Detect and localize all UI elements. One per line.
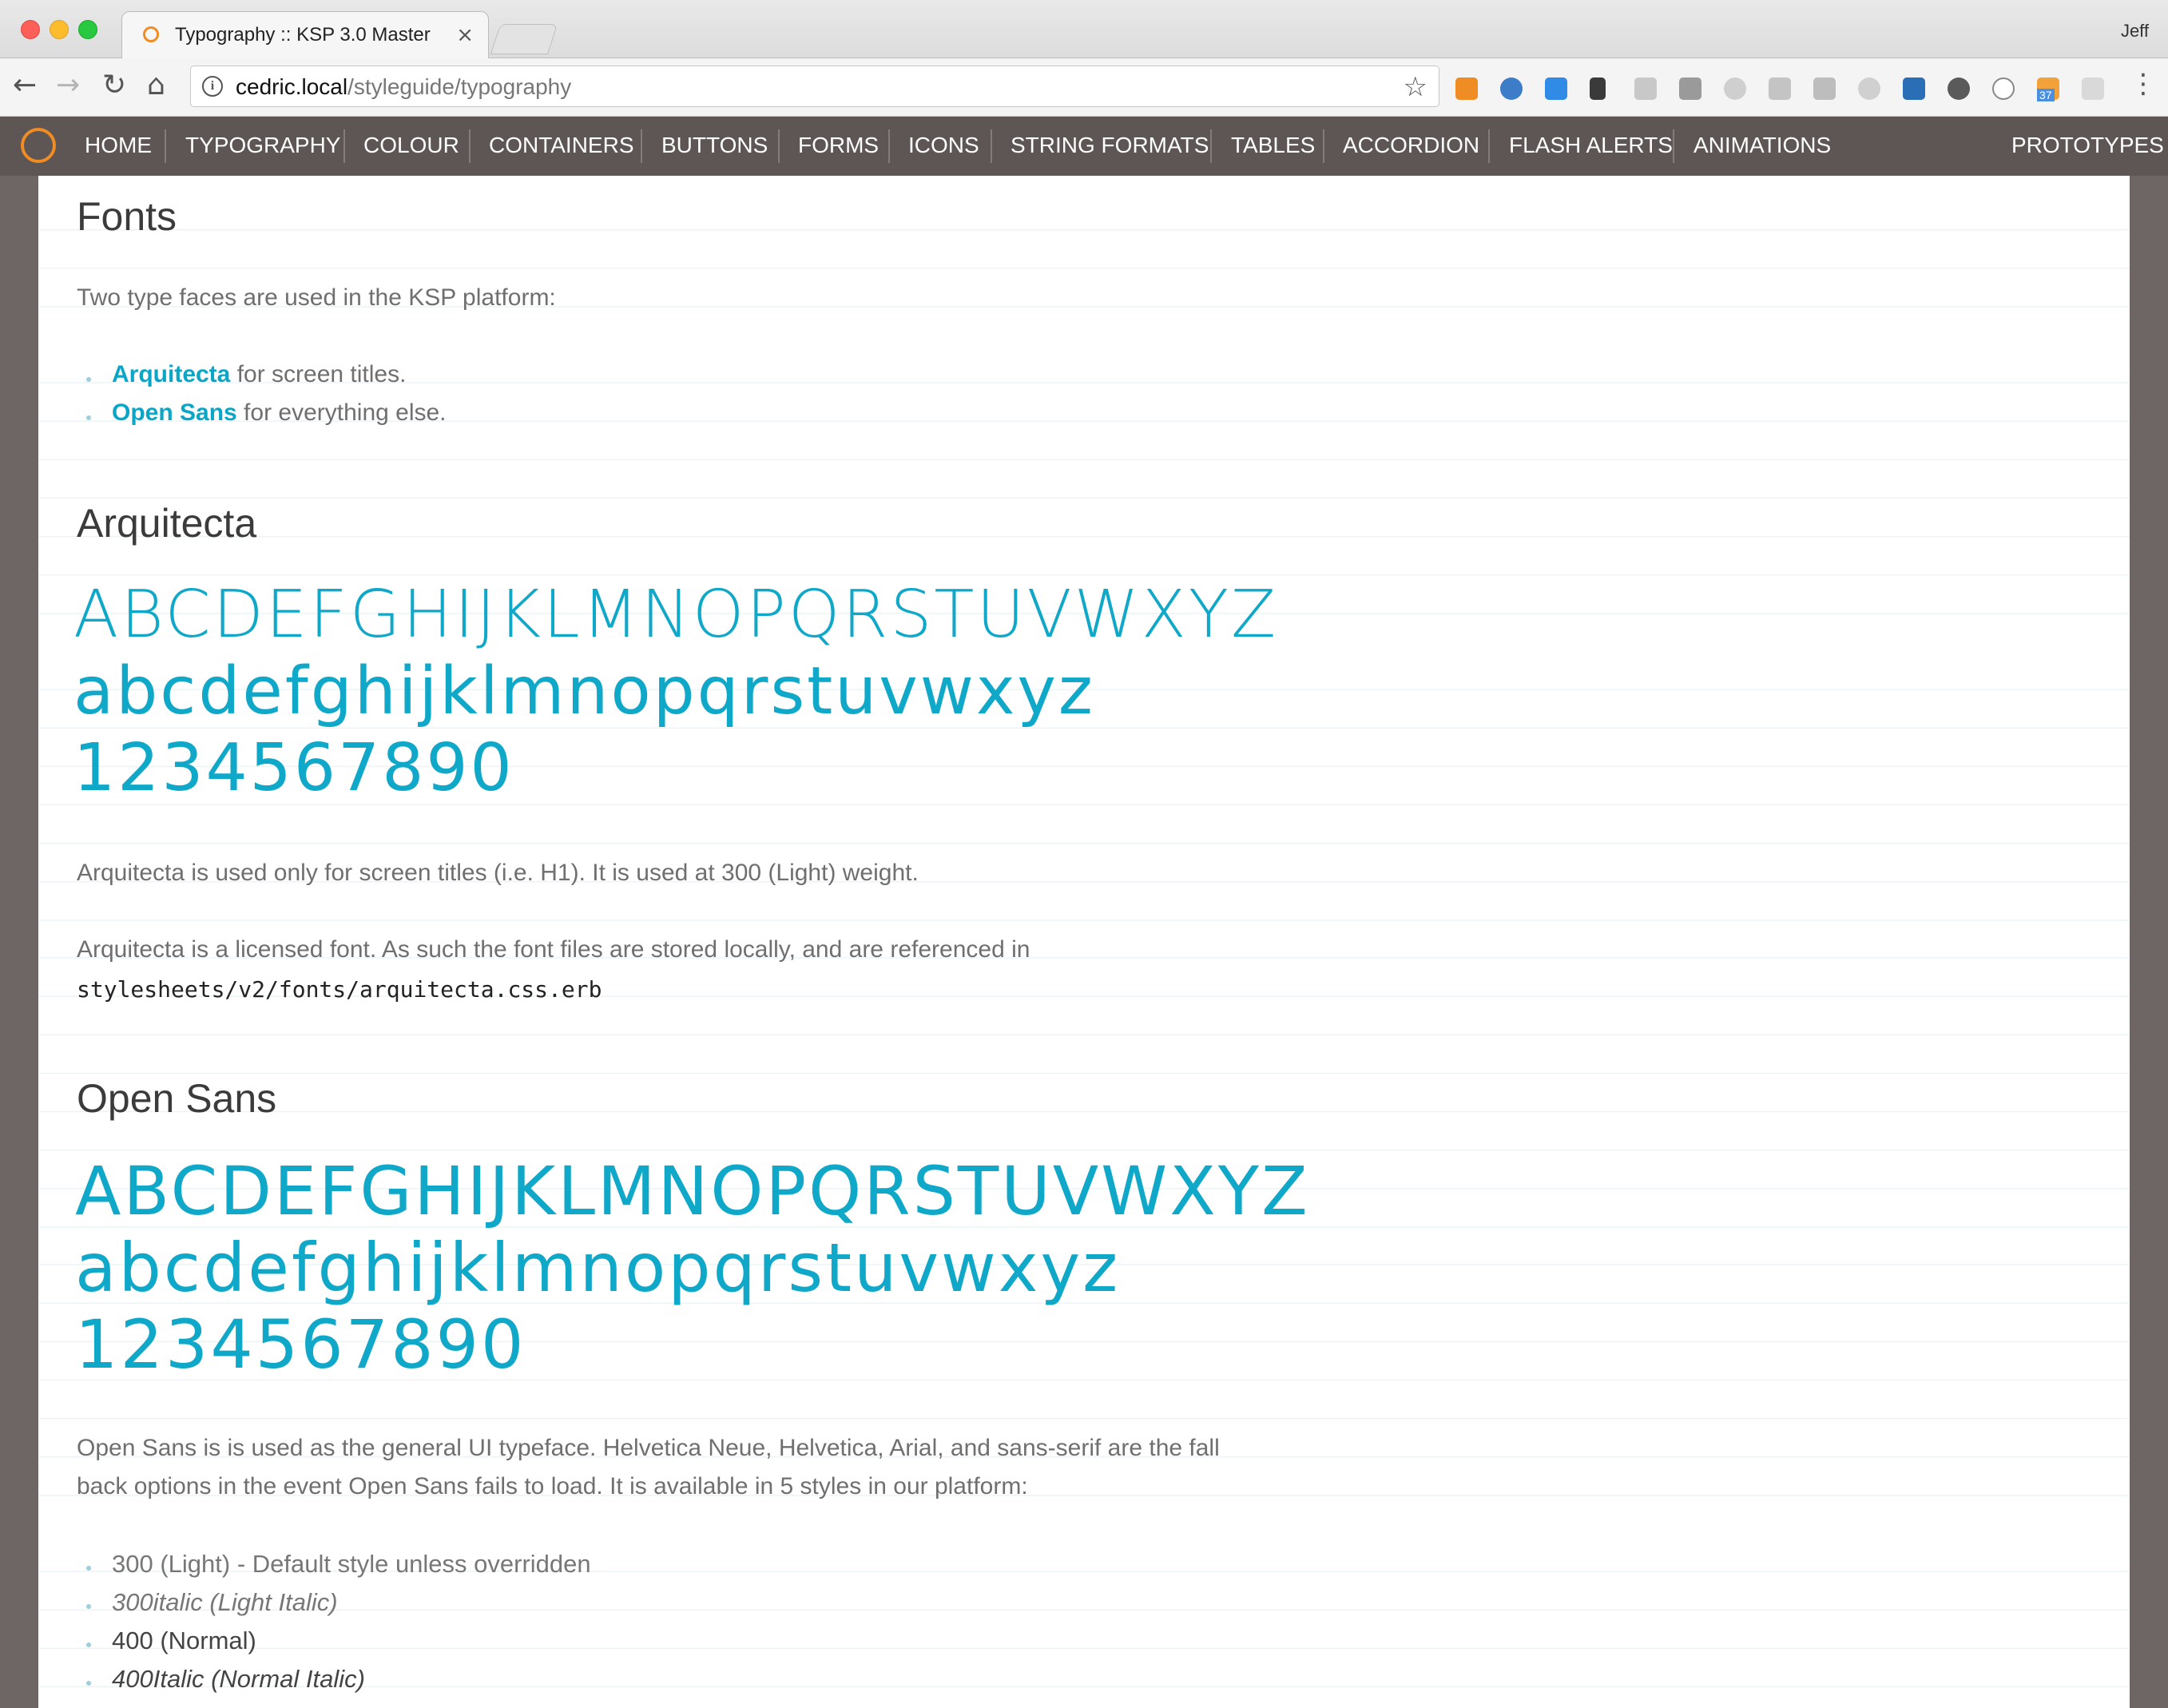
nav-divider	[991, 129, 992, 163]
analytics-extension-icon[interactable]	[1455, 77, 1478, 100]
bullet-icon	[86, 377, 91, 382]
site-navigation: HOME TYPOGRAPHY COLOUR CONTAINERS BUTTON…	[0, 117, 2168, 176]
site-info-icon[interactable]: i	[202, 76, 223, 97]
tab-close-icon[interactable]: ×	[456, 23, 474, 47]
site-favicon-icon	[143, 26, 159, 42]
main-content: Fonts Two type faces are used in the KSP…	[38, 176, 2130, 1708]
ksp-logo-icon[interactable]	[21, 128, 56, 163]
page-frame-left	[0, 176, 38, 1708]
square-extension-icon[interactable]	[1679, 77, 1701, 100]
list-item: 400Italic (Normal Italic)	[112, 1665, 365, 1693]
nav-flash-alerts[interactable]: FLASH ALERTS	[1509, 133, 1673, 158]
back-arrow-icon[interactable]: ←	[13, 70, 37, 101]
bullet-icon	[86, 415, 91, 420]
nav-icons[interactable]: ICONS	[908, 133, 979, 158]
browser-tab-active[interactable]: Typography :: KSP 3.0 Master ×	[121, 11, 489, 59]
open-sans-digits-specimen: 1234567890	[75, 1305, 526, 1384]
new-tab-button[interactable]	[490, 24, 558, 54]
bullet-icon	[86, 1642, 91, 1647]
nav-divider	[1210, 129, 1212, 163]
page-frame-right	[2130, 176, 2168, 1708]
section-heading-fonts: Fonts	[77, 194, 177, 239]
nav-divider	[888, 129, 890, 163]
drive-extension-icon[interactable]	[1769, 77, 1791, 100]
nav-divider	[641, 129, 642, 163]
open-sans-lowercase-specimen: abcdefghijklmnopqrstuvwxyz	[75, 1229, 1121, 1307]
reload-icon[interactable]: ↻	[102, 70, 126, 101]
nav-typography[interactable]: TYPOGRAPHY	[185, 133, 340, 158]
url-text[interactable]: cedric.local/styleguide/typography	[236, 74, 571, 100]
eyedropper-extension-icon[interactable]	[1590, 77, 1606, 100]
bullet-icon	[86, 1604, 91, 1609]
nav-animations[interactable]: ANIMATIONS	[1694, 133, 1831, 158]
json-extension-icon[interactable]	[1992, 77, 2015, 100]
nav-divider	[1673, 129, 1674, 163]
nav-divider	[1323, 129, 1324, 163]
list-item: Arquitecta for screen titles.	[112, 361, 407, 387]
extension-badge: 37	[2037, 89, 2055, 101]
address-bar[interactable]: i cedric.local/styleguide/typography ☆	[190, 66, 1439, 107]
list-item: 300italic (Light Italic)	[112, 1588, 338, 1616]
arquitecta-link[interactable]: Arquitecta	[112, 361, 230, 387]
maximize-window-button[interactable]	[78, 20, 97, 39]
s-extension-icon[interactable]	[1903, 77, 1925, 100]
browser-toolbar: ← → ↻ ⌂ i cedric.local/styleguide/typogr…	[0, 58, 2168, 117]
rss-extension-icon[interactable]: 37	[2037, 77, 2059, 101]
profile-user-name[interactable]: Jeff	[2121, 21, 2149, 42]
globe-extension-icon[interactable]	[1500, 77, 1523, 100]
film-extension-icon[interactable]	[1948, 77, 1970, 100]
list-item: 300 (Light) - Default style unless overr…	[112, 1550, 591, 1578]
window-title-bar: Typography :: KSP 3.0 Master × Jeff	[0, 0, 2168, 59]
resize-extension-icon[interactable]	[1545, 77, 1567, 100]
circle-extension-icon[interactable]	[1724, 77, 1746, 100]
tab-title: Typography :: KSP 3.0 Master	[175, 24, 431, 46]
open-sans-description-line2: back options in the event Open Sans fail…	[77, 1473, 1028, 1499]
angular-extension-icon[interactable]	[1634, 77, 1657, 100]
forward-arrow-icon[interactable]: →	[56, 70, 80, 101]
bullet-icon	[86, 1681, 91, 1686]
section-heading-open-sans: Open Sans	[77, 1076, 277, 1121]
open-sans-description-line1: Open Sans is is used as the general UI t…	[77, 1435, 1220, 1461]
bullet-icon	[86, 1566, 91, 1571]
arquitecta-digits-specimen: 1234567890	[73, 730, 514, 806]
nav-prototypes[interactable]: PROTOTYPES	[2011, 133, 2164, 158]
open-sans-uppercase-specimen: ABCDEFGHIJKLMNOPQRSTUVWXYZ	[75, 1152, 1310, 1230]
cast-extension-icon[interactable]	[1813, 77, 1836, 100]
mail-extension-icon[interactable]	[2082, 77, 2104, 100]
nav-forms[interactable]: FORMS	[798, 133, 879, 158]
nav-string-formats[interactable]: STRING FORMATS	[1011, 133, 1209, 158]
nav-containers[interactable]: CONTAINERS	[489, 133, 634, 158]
browser-menu-icon[interactable]: ⋮	[2130, 68, 2157, 100]
arquitecta-usage-text: Arquitecta is used only for screen title…	[77, 860, 919, 886]
list-item: Open Sans for everything else.	[112, 399, 447, 426]
nav-divider	[469, 129, 471, 163]
bookmark-star-icon[interactable]: ☆	[1404, 71, 1427, 103]
list-item: 400 (Normal)	[112, 1627, 256, 1654]
nav-divider	[165, 129, 166, 163]
nav-buttons[interactable]: BUTTONS	[661, 133, 768, 158]
nav-divider	[1488, 129, 1490, 163]
arquitecta-lowercase-specimen: abcdefghijklmnopqrstuvwxyz	[73, 653, 1095, 729]
nav-divider	[778, 129, 780, 163]
nav-home[interactable]: HOME	[85, 133, 152, 158]
close-window-button[interactable]	[21, 20, 40, 39]
home-icon[interactable]: ⌂	[147, 70, 165, 101]
section-heading-arquitecta: Arquitecta	[77, 501, 257, 546]
ublock-extension-icon[interactable]	[1858, 77, 1880, 100]
arquitecta-uppercase-specimen: ABCDEFGHIJKLMNOPQRSTUVWXYZ	[73, 577, 1279, 653]
arquitecta-css-path: stylesheets/v2/fonts/arquitecta.css.erb	[77, 976, 602, 1003]
open-sans-link[interactable]: Open Sans	[112, 399, 237, 426]
fonts-intro: Two type faces are used in the KSP platf…	[77, 284, 556, 311]
nav-divider	[343, 129, 345, 163]
arquitecta-license-text: Arquitecta is a licensed font. As such t…	[77, 936, 1030, 963]
nav-colour[interactable]: COLOUR	[363, 133, 459, 158]
minimize-window-button[interactable]	[50, 20, 69, 39]
nav-tables[interactable]: TABLES	[1231, 133, 1315, 158]
nav-accordion[interactable]: ACCORDION	[1343, 133, 1479, 158]
